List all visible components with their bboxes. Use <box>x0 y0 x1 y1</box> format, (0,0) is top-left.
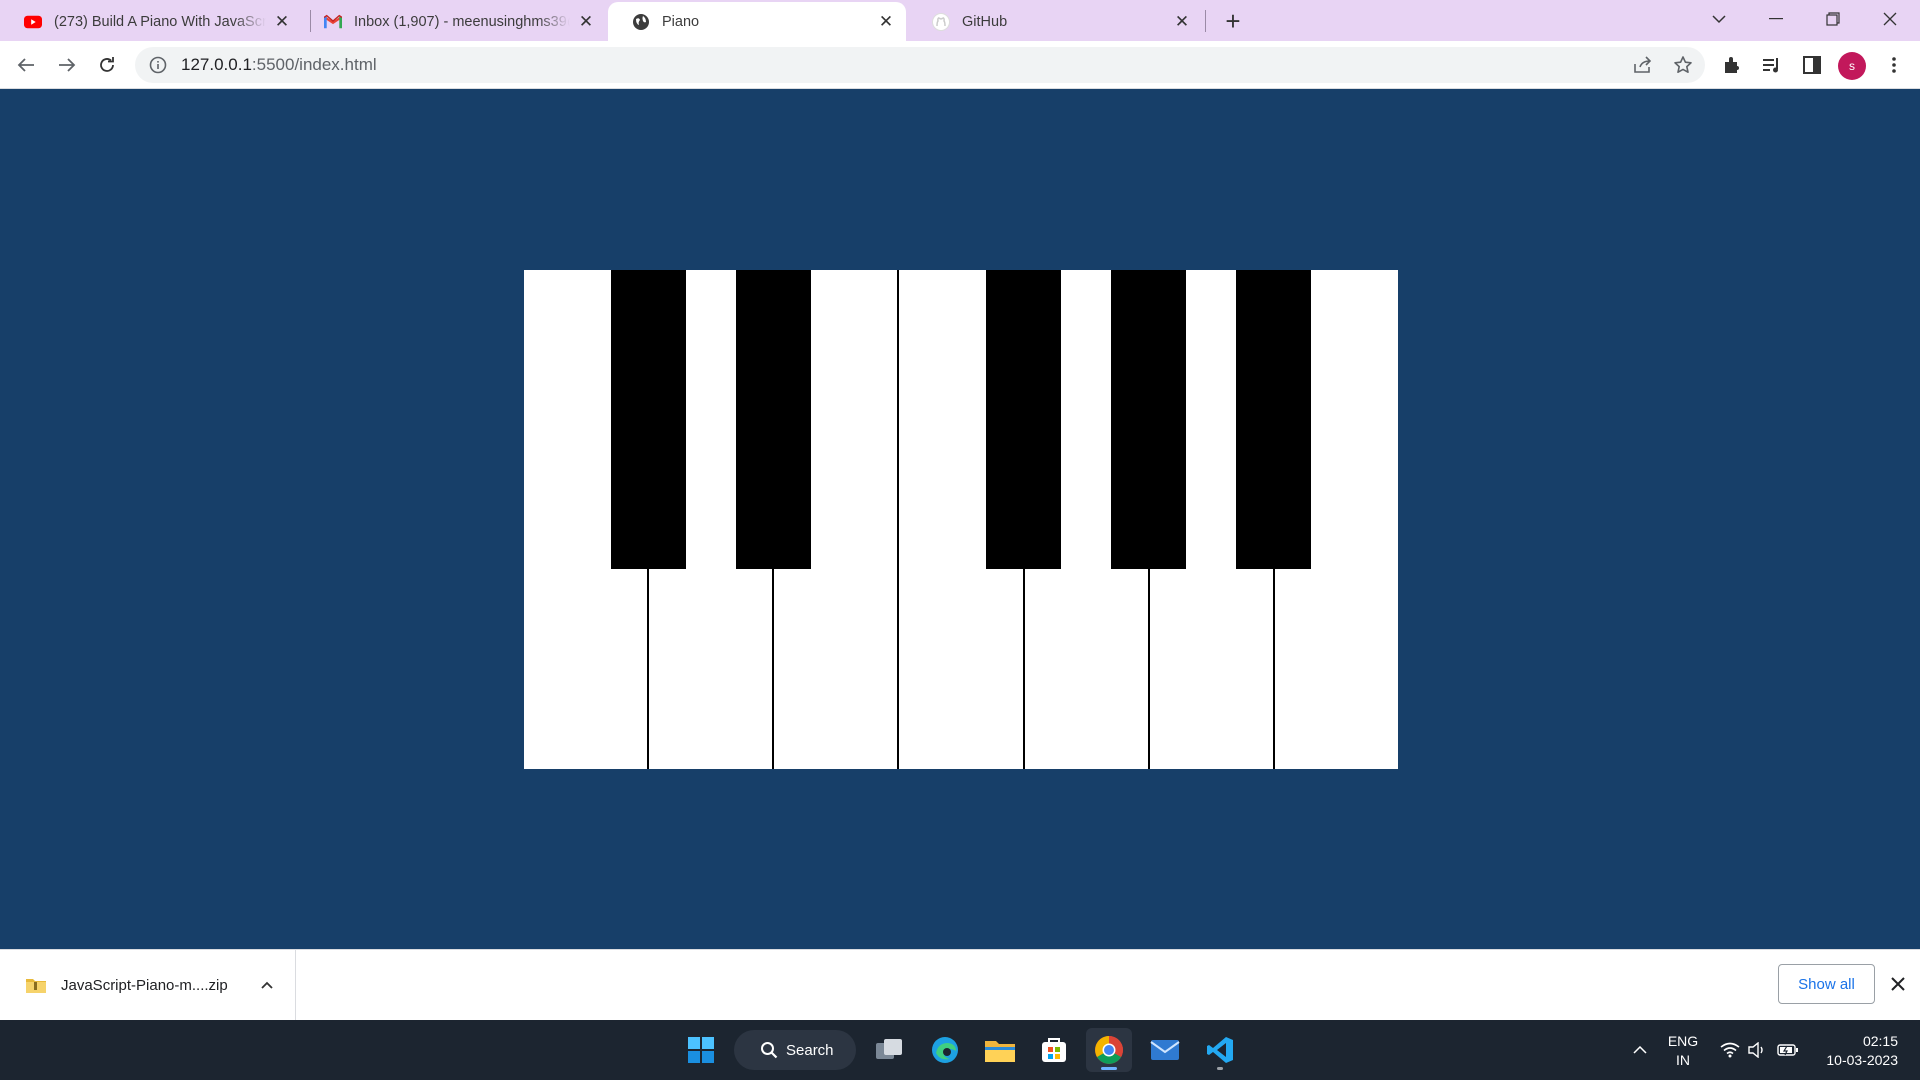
extensions-icon[interactable] <box>1716 49 1748 81</box>
windows-taskbar: Search ENG IN 02:15 10-03-2023 <box>0 1020 1920 1080</box>
close-tab-icon[interactable]: ✕ <box>876 12 896 32</box>
edge-icon[interactable] <box>922 1028 968 1072</box>
close-tab-icon[interactable]: ✕ <box>272 12 292 32</box>
download-item[interactable]: JavaScript-Piano-m....zip <box>0 950 296 1020</box>
bookmark-star-icon[interactable] <box>1667 49 1699 81</box>
side-panel-icon[interactable] <box>1796 49 1828 81</box>
media-control-icon[interactable] <box>1756 49 1788 81</box>
tab-piano[interactable]: Piano ✕ <box>608 2 906 41</box>
volume-icon[interactable] <box>1744 1020 1770 1080</box>
browser-toolbar: 127.0.0.1:5500/index.html s <box>0 41 1920 89</box>
system-clock[interactable]: 02:15 10-03-2023 <box>1816 1032 1898 1070</box>
tab-title: (273) Build A Piano With JavaScript <box>54 13 266 30</box>
show-hidden-icons-chevron-icon[interactable] <box>1624 1020 1656 1080</box>
globe-icon <box>632 13 650 31</box>
black-key[interactable] <box>1236 270 1312 569</box>
active-indicator <box>1101 1067 1117 1070</box>
minimize-button[interactable] <box>1748 0 1804 38</box>
tab-title: Inbox (1,907) - meenusinghms39@gmail.com <box>354 13 570 30</box>
site-info-icon[interactable] <box>149 56 167 74</box>
battery-charging-icon[interactable] <box>1772 1020 1804 1080</box>
tab-github[interactable]: GitHub ✕ <box>908 2 1202 41</box>
region-code: IN <box>1676 1052 1690 1068</box>
black-key[interactable] <box>986 270 1062 569</box>
mail-icon[interactable] <box>1142 1028 1188 1072</box>
page-viewport <box>0 89 1920 949</box>
microsoft-store-icon[interactable] <box>1031 1028 1077 1072</box>
running-indicator <box>1217 1067 1223 1070</box>
clock-time: 02:15 <box>1862 1033 1898 1049</box>
download-shelf: JavaScript-Piano-m....zip Show all <box>0 949 1920 1020</box>
github-icon <box>932 12 950 31</box>
download-file-name: JavaScript-Piano-m....zip <box>61 976 228 994</box>
close-tab-icon[interactable]: ✕ <box>1172 12 1192 32</box>
tab-youtube[interactable]: (273) Build A Piano With JavaScript ✕ <box>0 2 302 41</box>
tab-gmail[interactable]: Inbox (1,907) - meenusinghms39@gmail.com… <box>300 2 606 41</box>
tab-title: Piano <box>662 13 700 30</box>
close-tab-icon[interactable]: ✕ <box>576 12 596 32</box>
taskbar-search-button[interactable]: Search <box>734 1030 856 1070</box>
new-tab-button[interactable]: + <box>1218 6 1248 36</box>
close-shelf-icon[interactable] <box>1886 972 1910 996</box>
close-window-button[interactable] <box>1862 0 1918 38</box>
vscode-icon[interactable] <box>1197 1028 1243 1072</box>
tab-strip: (273) Build A Piano With JavaScript ✕ In… <box>0 0 1920 41</box>
tab-search-chevron-icon[interactable] <box>1691 0 1747 38</box>
language-code: ENG <box>1667 1033 1699 1049</box>
url-text: 127.0.0.1:5500/index.html <box>181 55 377 75</box>
task-view-icon[interactable] <box>866 1028 912 1072</box>
gmail-icon <box>324 13 342 31</box>
search-label: Search <box>786 1041 834 1059</box>
share-icon[interactable] <box>1627 49 1659 81</box>
zip-folder-icon <box>26 979 46 993</box>
forward-icon[interactable] <box>51 49 83 81</box>
piano-keyboard <box>524 270 1398 769</box>
search-icon <box>761 1042 778 1059</box>
clock-date: 10-03-2023 <box>1826 1052 1898 1068</box>
wifi-icon[interactable] <box>1716 1020 1744 1080</box>
menu-kebab-icon[interactable] <box>1878 49 1910 81</box>
black-key[interactable] <box>1111 270 1187 569</box>
black-key[interactable] <box>610 270 686 569</box>
chrome-taskbar-icon[interactable] <box>1086 1028 1132 1072</box>
url-host: 127.0.0.1 <box>181 55 252 74</box>
chevron-up-icon[interactable] <box>256 974 278 996</box>
windows-start-icon[interactable] <box>678 1028 724 1072</box>
show-all-button[interactable]: Show all <box>1778 964 1875 1004</box>
reload-icon[interactable] <box>91 49 123 81</box>
back-icon[interactable] <box>10 49 42 81</box>
language-indicator[interactable]: ENG IN <box>1664 1032 1702 1070</box>
tab-separator <box>1205 10 1206 32</box>
address-bar[interactable]: 127.0.0.1:5500/index.html <box>135 47 1705 83</box>
black-key[interactable] <box>735 270 811 569</box>
restore-button[interactable] <box>1805 0 1861 38</box>
url-path: :5500/index.html <box>251 55 377 74</box>
file-explorer-icon[interactable] <box>977 1028 1023 1072</box>
youtube-icon <box>24 13 42 31</box>
profile-avatar[interactable]: s <box>1838 52 1866 80</box>
tab-title: GitHub <box>962 13 1008 30</box>
